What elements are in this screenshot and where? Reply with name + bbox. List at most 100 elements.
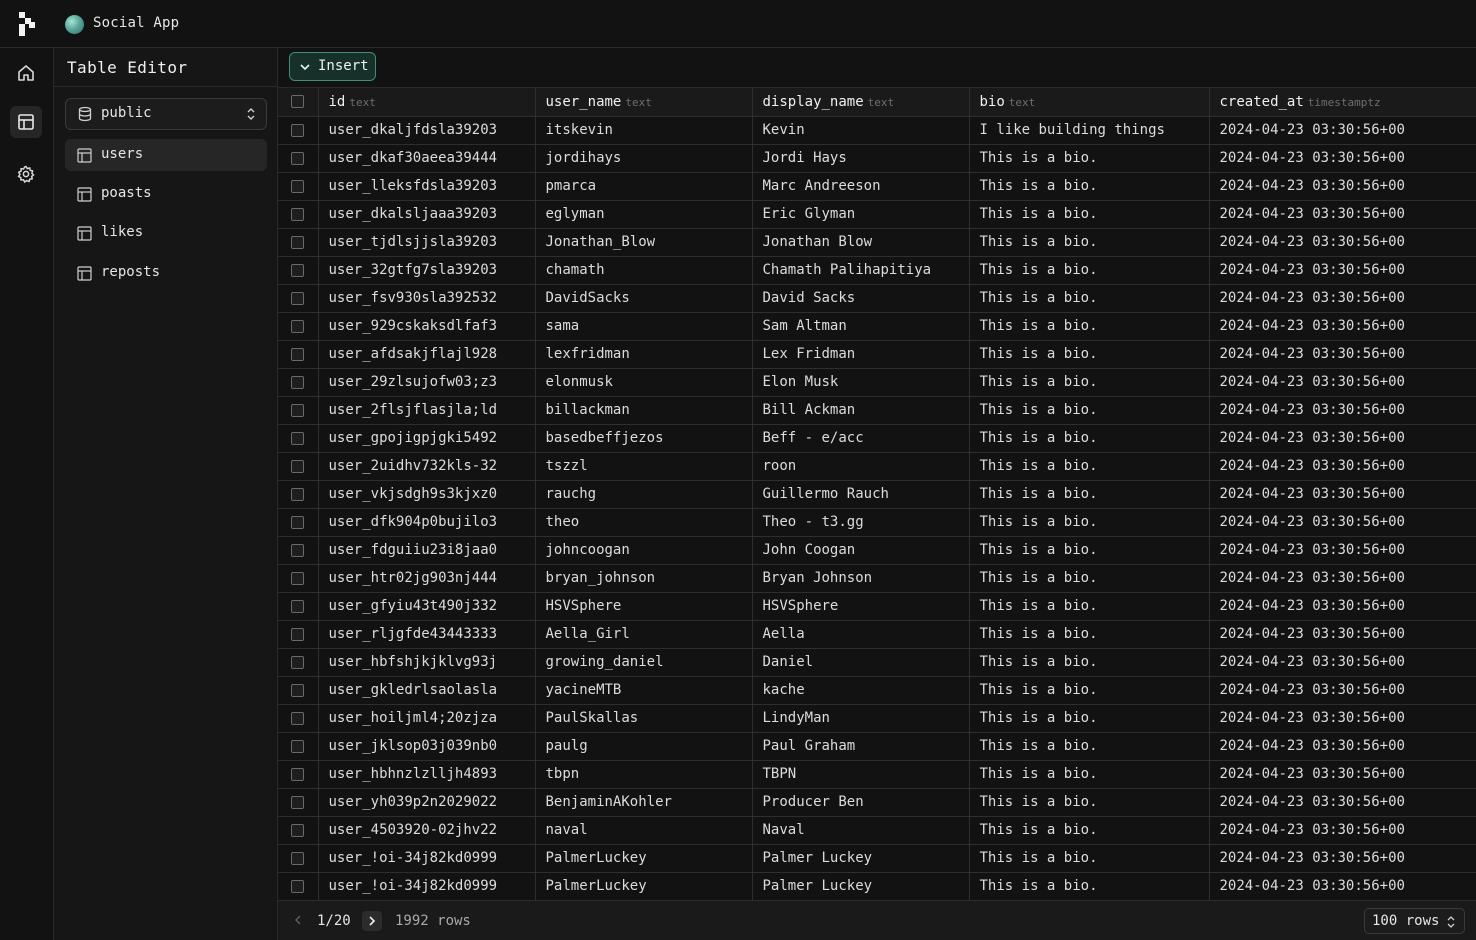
cell-bio[interactable]: I like building things — [969, 116, 1210, 145]
table-row[interactable]: user_32gtfg7sla39203 chamath Chamath Palih… — [278, 256, 1476, 285]
cell-user-name[interactable]: eglyman — [535, 200, 753, 229]
cell-created-at[interactable]: 2024-04-23 03:30:56+00 — [1209, 200, 1476, 229]
cell-display-name[interactable]: Jordi Hays — [752, 144, 970, 173]
cell-display-name[interactable]: Chamath Palihapitiya — [752, 256, 970, 285]
cell-user-name[interactable]: BenjaminAKohler — [535, 788, 753, 817]
sidebar-item-likes[interactable]: likes — [65, 217, 267, 249]
cell-created-at[interactable]: 2024-04-23 03:30:56+00 — [1209, 312, 1476, 341]
table-row[interactable]: user_lleksfdsla39203 pmarca Marc Andreeson… — [278, 172, 1476, 201]
cell-display-name[interactable]: Lex Fridman — [752, 340, 970, 369]
cell-display-name[interactable]: Guillermo Rauch — [752, 480, 970, 509]
cell-user-name[interactable]: billackman — [535, 396, 753, 425]
cell-display-name[interactable]: Naval — [752, 816, 970, 845]
cell-created-at[interactable]: 2024-04-23 03:30:56+00 — [1209, 424, 1476, 453]
cell-id[interactable]: user_dkaljfdsla39203 — [318, 116, 536, 145]
cell-id[interactable]: user_fsv930sla392532 — [318, 284, 536, 313]
cell-bio[interactable]: This is a bio. — [969, 592, 1210, 621]
row-checkbox[interactable] — [291, 767, 305, 781]
row-checkbox[interactable] — [291, 151, 305, 165]
cell-created-at[interactable]: 2024-04-23 03:30:56+00 — [1209, 676, 1476, 705]
cell-created-at[interactable]: 2024-04-23 03:30:56+00 — [1209, 116, 1476, 145]
cell-bio[interactable]: This is a bio. — [969, 620, 1210, 649]
cell-display-name[interactable]: Bill Ackman — [752, 396, 970, 425]
cell-created-at[interactable]: 2024-04-23 03:30:56+00 — [1209, 368, 1476, 397]
cell-bio[interactable]: This is a bio. — [969, 648, 1210, 677]
table-row[interactable]: user_vkjsdgh9s3kjxz0 rauchg Guillermo Rauc… — [278, 480, 1476, 509]
column-header-created-at[interactable]: created_at timestamptz — [1209, 88, 1476, 117]
cell-id[interactable]: user_dkalsljaaa39203 — [318, 200, 536, 229]
cell-id[interactable]: user_yh039p2n2029022 — [318, 788, 536, 817]
app-logo-icon[interactable] — [19, 12, 35, 36]
cell-display-name[interactable]: John Coogan — [752, 536, 970, 565]
cell-user-name[interactable]: DavidSacks — [535, 284, 753, 313]
cell-id[interactable]: user_tjdlsjjsla39203 — [318, 228, 536, 257]
cell-user-name[interactable]: PaulSkallas — [535, 704, 753, 733]
cell-user-name[interactable]: jordihays — [535, 144, 753, 173]
cell-display-name[interactable]: kache — [752, 676, 970, 705]
column-header-bio[interactable]: bio text — [969, 88, 1210, 117]
page-size-select[interactable]: 100 rows — [1364, 908, 1465, 934]
cell-id[interactable]: user_2uidhv732kls-32 — [318, 452, 536, 481]
cell-created-at[interactable]: 2024-04-23 03:30:56+00 — [1209, 536, 1476, 565]
home-button[interactable] — [10, 57, 42, 89]
row-checkbox[interactable] — [291, 123, 305, 137]
cell-display-name[interactable]: Beff - e/acc — [752, 424, 970, 453]
cell-created-at[interactable]: 2024-04-23 03:30:56+00 — [1209, 816, 1476, 845]
table-row[interactable]: user_fsv930sla392532 DavidSacks David Sack… — [278, 284, 1476, 313]
cell-user-name[interactable]: lexfridman — [535, 340, 753, 369]
cell-created-at[interactable]: 2024-04-23 03:30:56+00 — [1209, 284, 1476, 313]
cell-id[interactable]: user_hbfshjkjklvg93j — [318, 648, 536, 677]
table-row[interactable]: user_gkledrlsaolasla yacineMTB kache This i… — [278, 676, 1476, 705]
cell-bio[interactable]: This is a bio. — [969, 452, 1210, 481]
cell-display-name[interactable]: Elon Musk — [752, 368, 970, 397]
table-row[interactable]: user_dfk904p0bujilo3 theo Theo - t3.gg This… — [278, 508, 1476, 537]
cell-bio[interactable]: This is a bio. — [969, 284, 1210, 313]
cell-id[interactable]: user_gkledrlsaolasla — [318, 676, 536, 705]
cell-user-name[interactable]: basedbeffjezos — [535, 424, 753, 453]
cell-bio[interactable]: This is a bio. — [969, 508, 1210, 537]
column-header-user-name[interactable]: user_name text — [535, 88, 753, 117]
cell-display-name[interactable]: Eric Glyman — [752, 200, 970, 229]
table-row[interactable]: user_2uidhv732kls-32 tszzl roon This is a b… — [278, 452, 1476, 481]
row-checkbox[interactable] — [291, 683, 305, 697]
cell-bio[interactable]: This is a bio. — [969, 368, 1210, 397]
table-row[interactable]: user_jklsop03j039nb0 paulg Paul Graham This… — [278, 732, 1476, 761]
row-checkbox[interactable] — [291, 487, 305, 501]
cell-created-at[interactable]: 2024-04-23 03:30:56+00 — [1209, 592, 1476, 621]
row-checkbox[interactable] — [291, 291, 305, 305]
cell-id[interactable]: user_929cskaksdlfaf3 — [318, 312, 536, 341]
table-row[interactable]: user_gfyiu43t490j332 HSVSphere HSVSphere Th… — [278, 592, 1476, 621]
cell-bio[interactable]: This is a bio. — [969, 312, 1210, 341]
cell-user-name[interactable]: PalmerLuckey — [535, 872, 753, 900]
cell-created-at[interactable]: 2024-04-23 03:30:56+00 — [1209, 844, 1476, 873]
cell-user-name[interactable]: growing_daniel — [535, 648, 753, 677]
select-all-checkbox[interactable] — [291, 95, 305, 109]
cell-user-name[interactable]: Aella_Girl — [535, 620, 753, 649]
table-row[interactable]: user_rljgfde43443333 Aella_Girl Aella This … — [278, 620, 1476, 649]
cell-bio[interactable]: This is a bio. — [969, 704, 1210, 733]
cell-id[interactable]: user_gfyiu43t490j332 — [318, 592, 536, 621]
cell-id[interactable]: user_htr02jg903nj444 — [318, 564, 536, 593]
table-row[interactable]: user_tjdlsjjsla39203 Jonathan_Blow Jonatha… — [278, 228, 1476, 257]
cell-user-name[interactable]: yacineMTB — [535, 676, 753, 705]
cell-id[interactable]: user_fdguiiu23i8jaa0 — [318, 536, 536, 565]
cell-user-name[interactable]: chamath — [535, 256, 753, 285]
cell-user-name[interactable]: rauchg — [535, 480, 753, 509]
cell-created-at[interactable]: 2024-04-23 03:30:56+00 — [1209, 340, 1476, 369]
cell-user-name[interactable]: elonmusk — [535, 368, 753, 397]
sidebar-item-users[interactable]: users — [65, 139, 267, 171]
cell-created-at[interactable]: 2024-04-23 03:30:56+00 — [1209, 256, 1476, 285]
cell-created-at[interactable]: 2024-04-23 03:30:56+00 — [1209, 620, 1476, 649]
table-row[interactable]: user_dkaljfdsla39203 itskevin Kevin I like … — [278, 116, 1476, 145]
cell-user-name[interactable]: itskevin — [535, 116, 753, 145]
row-checkbox[interactable] — [291, 739, 305, 753]
cell-bio[interactable]: This is a bio. — [969, 172, 1210, 201]
cell-display-name[interactable]: Sam Altman — [752, 312, 970, 341]
table-row[interactable]: user_!oi-34j82kd0999 PalmerLuckey Palmer L… — [278, 844, 1476, 873]
row-checkbox[interactable] — [291, 655, 305, 669]
cell-bio[interactable]: This is a bio. — [969, 228, 1210, 257]
row-checkbox[interactable] — [291, 319, 305, 333]
cell-display-name[interactable]: Paul Graham — [752, 732, 970, 761]
cell-created-at[interactable]: 2024-04-23 03:30:56+00 — [1209, 480, 1476, 509]
cell-user-name[interactable]: HSVSphere — [535, 592, 753, 621]
